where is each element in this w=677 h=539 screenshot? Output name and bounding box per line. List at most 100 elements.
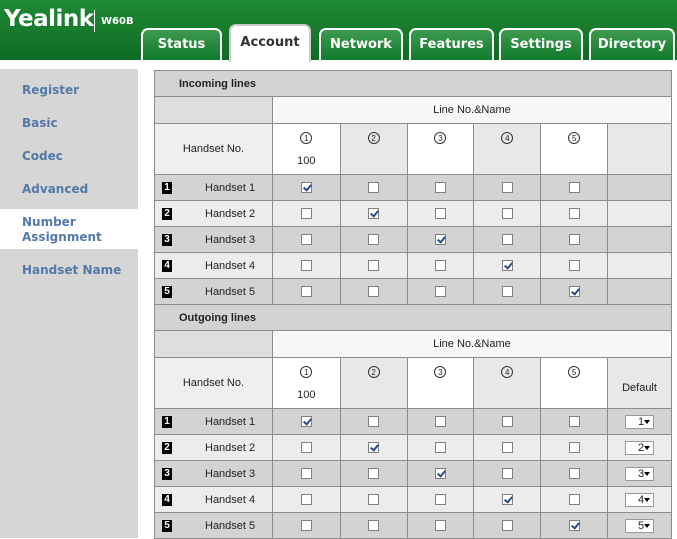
- sidebar-item-codec[interactable]: Codec: [0, 149, 138, 163]
- line-checkbox-cell: [540, 486, 609, 513]
- outgoing-handset-row: 3 Handset 3 3: [154, 460, 672, 487]
- outgoing-line-2-checkbox[interactable]: [368, 494, 380, 506]
- line-checkbox-cell: [271, 486, 341, 513]
- incoming-line-2-checkbox[interactable]: [368, 208, 380, 220]
- outgoing-line-2-checkbox[interactable]: [368, 520, 380, 532]
- outgoing-line-2-checkbox[interactable]: [368, 442, 380, 454]
- incoming-line-4-checkbox[interactable]: [501, 208, 513, 220]
- incoming-line-3-checkbox[interactable]: [434, 182, 446, 194]
- incoming-line-5-checkbox[interactable]: [568, 234, 580, 246]
- tab-settings[interactable]: Settings: [499, 28, 583, 60]
- outgoing-line-5-checkbox[interactable]: [568, 442, 580, 454]
- outgoing-line-4-checkbox[interactable]: [501, 416, 513, 428]
- line-checkbox-cell: [271, 278, 341, 305]
- incoming-line-5-checkbox[interactable]: [568, 182, 580, 194]
- empty-cell: [607, 200, 672, 227]
- default-line-cell: 2: [607, 434, 672, 461]
- outgoing-line-2-checkbox[interactable]: [368, 416, 380, 428]
- incoming-line-1-checkbox[interactable]: [300, 182, 312, 194]
- line-checkbox-cell: [473, 174, 542, 201]
- outgoing-handset-row: 1 Handset 1 1: [154, 408, 672, 435]
- incoming-line-2-checkbox[interactable]: [368, 234, 380, 246]
- outgoing-line-4-checkbox[interactable]: [501, 520, 513, 532]
- incoming-line-1-checkbox[interactable]: [300, 234, 312, 246]
- incoming-handset-header: Handset No.: [154, 123, 273, 175]
- chevron-down-icon: [644, 445, 650, 450]
- outgoing-line-5: 5: [540, 357, 609, 409]
- default-line-select[interactable]: 2: [625, 440, 654, 455]
- incoming-line-3-checkbox[interactable]: [434, 286, 446, 298]
- sidebar-item-handset-name[interactable]: Handset Name: [0, 263, 138, 277]
- brand-logo: Yealink: [4, 6, 94, 32]
- incoming-line-5-checkbox[interactable]: [568, 286, 580, 298]
- outgoing-line-4-checkbox[interactable]: [501, 442, 513, 454]
- line-number-symbol: 2: [367, 366, 380, 378]
- outgoing-line-4-checkbox[interactable]: [501, 494, 513, 506]
- tab-account[interactable]: Account: [229, 24, 311, 62]
- incoming-line-1-checkbox[interactable]: [300, 260, 312, 272]
- sidebar-item-basic[interactable]: Basic: [0, 116, 138, 130]
- incoming-line-4-checkbox[interactable]: [501, 286, 513, 298]
- outgoing-line-3-checkbox[interactable]: [434, 494, 446, 506]
- chevron-down-icon: [644, 497, 650, 502]
- incoming-line-2-checkbox[interactable]: [368, 286, 380, 298]
- outgoing-line-5-checkbox[interactable]: [568, 468, 580, 480]
- tab-directory[interactable]: Directory: [589, 28, 675, 60]
- incoming-line-4-checkbox[interactable]: [501, 182, 513, 194]
- incoming-line-1: 1 100: [271, 123, 341, 175]
- outgoing-line-1-checkbox[interactable]: [300, 468, 312, 480]
- outgoing-line-1-checkbox[interactable]: [300, 494, 312, 506]
- default-line-select[interactable]: 4: [625, 492, 654, 507]
- default-line-select[interactable]: 5: [625, 518, 654, 533]
- incoming-line-1-checkbox[interactable]: [300, 286, 312, 298]
- tab-network[interactable]: Network: [319, 28, 403, 60]
- tab-features[interactable]: Features: [409, 28, 494, 60]
- handset-name: Handset 5: [205, 285, 256, 298]
- incoming-line-3-checkbox[interactable]: [434, 208, 446, 220]
- incoming-line-5: 5: [540, 123, 609, 175]
- incoming-line-5-checkbox[interactable]: [568, 260, 580, 272]
- incoming-line-4-checkbox[interactable]: [501, 260, 513, 272]
- line-checkbox-cell: [339, 434, 408, 461]
- line-checkbox-cell: [406, 252, 475, 279]
- line-checkbox-cell: [406, 434, 475, 461]
- outgoing-line-3-checkbox[interactable]: [434, 520, 446, 532]
- outgoing-line-1-checkbox[interactable]: [300, 442, 312, 454]
- sidebar-item-register[interactable]: Register: [0, 83, 138, 97]
- default-line-select[interactable]: 3: [625, 466, 654, 481]
- outgoing-line-5-checkbox[interactable]: [568, 520, 580, 532]
- tab-status[interactable]: Status: [141, 28, 222, 60]
- line-checkbox-cell: [473, 252, 542, 279]
- incoming-line-2-checkbox[interactable]: [368, 182, 380, 194]
- line-number-symbol: 1: [300, 132, 313, 144]
- outgoing-line-3-checkbox[interactable]: [434, 416, 446, 428]
- incoming-line-5-checkbox[interactable]: [568, 208, 580, 220]
- outgoing-line-5-checkbox[interactable]: [568, 416, 580, 428]
- sidebar-item-number-assignment[interactable]: Number Assignment: [0, 209, 146, 249]
- incoming-line-3-checkbox[interactable]: [434, 234, 446, 246]
- line-checkbox-cell: [339, 460, 408, 487]
- outgoing-line-4-checkbox[interactable]: [501, 468, 513, 480]
- outgoing-line-header: Line No.&Name: [271, 330, 673, 358]
- incoming-line-1-checkbox[interactable]: [300, 208, 312, 220]
- chevron-down-icon: [644, 471, 650, 476]
- outgoing-line-1-checkbox[interactable]: [300, 520, 312, 532]
- incoming-line-4-checkbox[interactable]: [501, 234, 513, 246]
- line-checkbox-cell: [271, 512, 341, 539]
- sidebar-item-advanced[interactable]: Advanced: [0, 182, 138, 196]
- line-checkbox-cell: [339, 408, 408, 435]
- incoming-line-3-checkbox[interactable]: [434, 260, 446, 272]
- outgoing-line-2-checkbox[interactable]: [368, 468, 380, 480]
- line-checkbox-cell: [473, 460, 542, 487]
- outgoing-line-5-checkbox[interactable]: [568, 494, 580, 506]
- line-number-symbol: 5: [568, 132, 581, 144]
- handset-cell: 4 Handset 4: [154, 252, 273, 279]
- default-line-cell: 1: [607, 408, 672, 435]
- outgoing-line-1-checkbox[interactable]: [300, 416, 312, 428]
- outgoing-line-3-checkbox[interactable]: [434, 468, 446, 480]
- outgoing-line-3-checkbox[interactable]: [434, 442, 446, 454]
- default-line-select[interactable]: 1: [625, 414, 654, 429]
- handset-name: Handset 2: [205, 207, 256, 220]
- incoming-line-2-checkbox[interactable]: [368, 260, 380, 272]
- outgoing-line-3: 3: [406, 357, 475, 409]
